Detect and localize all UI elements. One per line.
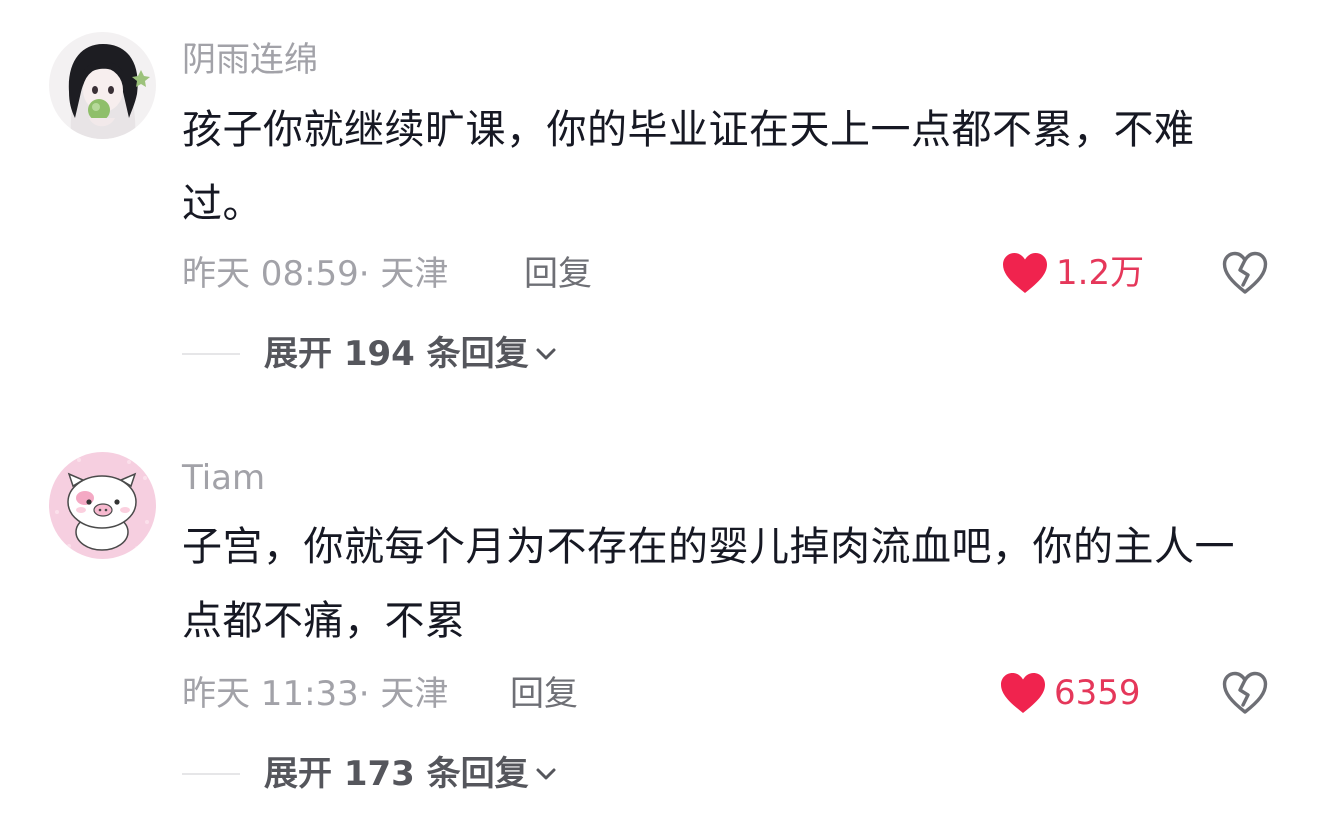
- heart-icon: [1001, 673, 1045, 713]
- comment-meta: 昨天 11:33· 天津: [182, 674, 449, 714]
- comment-item: Tiam 子宫，你就每个月为不存在的婴儿掉肉流血吧，你的主人一点都不痛，不累 昨…: [0, 410, 1320, 826]
- dislike-button[interactable]: [1222, 251, 1268, 295]
- comment-meta: 昨天 08:59· 天津: [182, 254, 449, 294]
- expand-replies-button[interactable]: 展开 173 条回复: [182, 754, 557, 794]
- avatar[interactable]: [49, 452, 156, 559]
- broken-heart-icon: [1222, 251, 1268, 294]
- like-count: 1.2万: [1056, 253, 1145, 293]
- like-button[interactable]: 6359: [1000, 672, 1141, 714]
- pig-avatar-icon: [49, 452, 156, 559]
- avatar[interactable]: [49, 32, 156, 139]
- like-button[interactable]: 1.2万: [1002, 252, 1144, 294]
- username[interactable]: 阴雨连绵: [182, 40, 318, 80]
- expand-replies-button[interactable]: 展开 194 条回复: [182, 334, 557, 374]
- dislike-button[interactable]: [1222, 671, 1268, 715]
- girl-avatar-icon: [49, 32, 156, 139]
- reply-button[interactable]: 回复: [524, 254, 592, 294]
- heart-icon: [1003, 253, 1047, 293]
- comment-text: 子宫，你就每个月为不存在的婴儿掉肉流血吧，你的主人一点都不痛，不累: [182, 524, 1235, 644]
- reply-button[interactable]: 回复: [510, 674, 578, 714]
- comment-text: 孩子你就继续旷课，你的毕业证在天上一点都不累，不难过。: [182, 107, 1195, 227]
- username[interactable]: Tiam: [182, 458, 265, 498]
- chevron-down-icon: [536, 768, 556, 780]
- comment-item: 阴雨连绵 孩子你就继续旷课，你的毕业证在天上一点都不累，不难过。 昨天 08:5…: [0, 0, 1320, 410]
- broken-heart-icon: [1222, 671, 1268, 714]
- divider-line: [182, 773, 240, 775]
- expand-replies-label: 展开 173 条回复: [264, 754, 529, 794]
- expand-replies-label: 展开 194 条回复: [264, 334, 529, 374]
- chevron-down-icon: [536, 348, 556, 360]
- divider-line: [182, 353, 240, 355]
- like-count: 6359: [1054, 673, 1141, 713]
